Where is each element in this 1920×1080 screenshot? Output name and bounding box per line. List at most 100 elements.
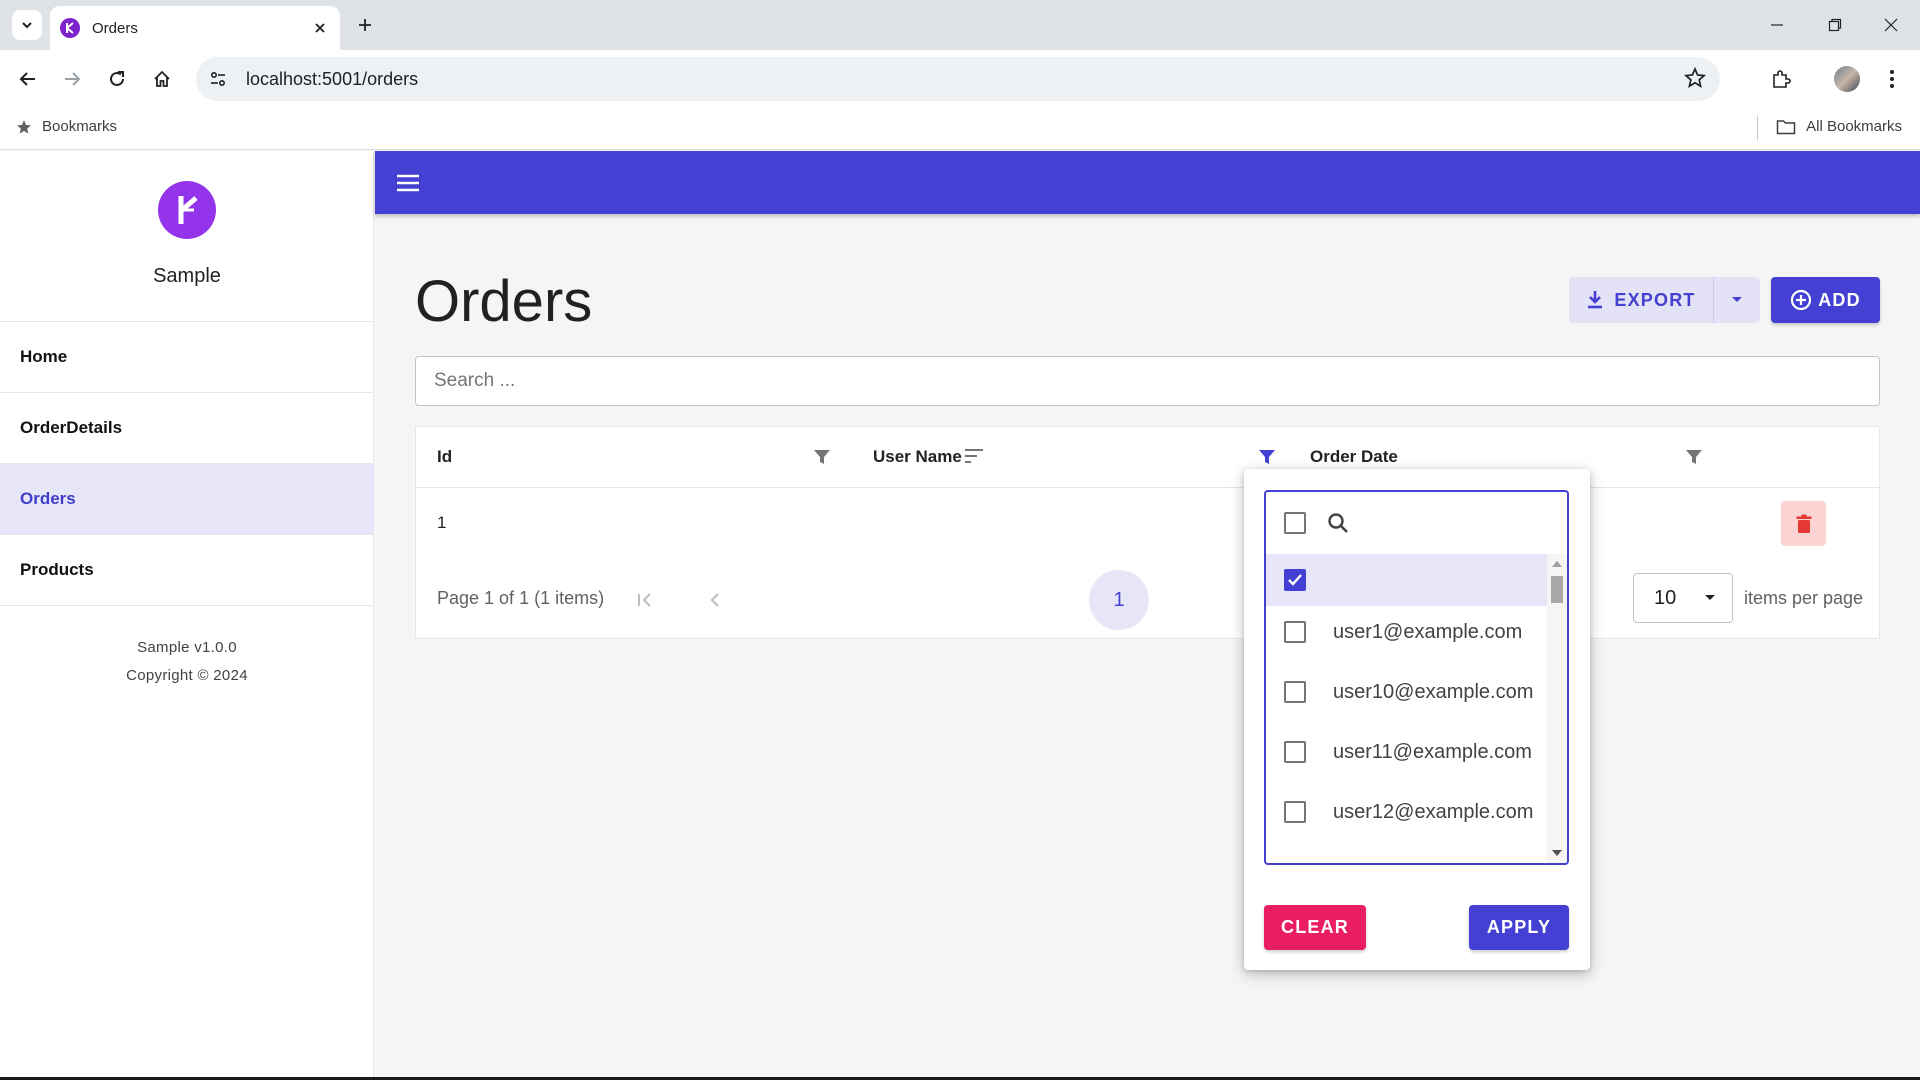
bookmarks-bar: Bookmarks All Bookmarks (0, 108, 1920, 150)
reload-icon[interactable] (99, 61, 135, 97)
select-all-checkbox[interactable] (1284, 512, 1306, 534)
export-label: EXPORT (1614, 289, 1696, 310)
scrollbar-thumb[interactable] (1551, 576, 1563, 603)
column-header-order-date[interactable]: Order Date (1310, 447, 1398, 467)
download-icon (1588, 291, 1603, 309)
bookmarks-folder[interactable]: Bookmarks (16, 118, 117, 135)
profile-avatar[interactable] (1829, 61, 1865, 97)
list-item[interactable]: user1@example.com (1266, 606, 1547, 658)
menu-icon[interactable] (393, 168, 423, 198)
caret-down-icon (1732, 297, 1742, 302)
scroll-up-icon[interactable] (1552, 561, 1562, 567)
bookmarks-label: Bookmarks (42, 118, 118, 135)
caret-down-icon (1705, 595, 1715, 600)
close-window-icon[interactable] (1862, 0, 1920, 50)
bookmarks-separator (1757, 116, 1758, 140)
option-checkbox[interactable] (1284, 801, 1306, 823)
column-header-user-name[interactable]: User Name (873, 447, 962, 467)
pager-summary: Page 1 of 1 (1 items) (437, 588, 605, 608)
option-label: user12@example.com (1333, 800, 1534, 823)
more-options-icon[interactable] (1874, 61, 1910, 97)
star-filled-icon (17, 119, 31, 134)
tab-search-button[interactable] (12, 10, 42, 40)
minimize-icon[interactable] (1748, 0, 1806, 50)
app-bar (375, 151, 1920, 214)
option-checkbox[interactable] (1284, 569, 1306, 591)
export-dropdown-toggle[interactable] (1714, 277, 1760, 323)
add-circle-icon (1791, 289, 1812, 311)
site-info-icon[interactable] (202, 63, 234, 95)
app-name: Sample (153, 265, 221, 287)
list-item[interactable]: user10@example.com (1266, 666, 1547, 718)
sidebar-item-products[interactable]: Products (0, 535, 374, 606)
new-tab-icon[interactable] (352, 12, 378, 38)
list-item[interactable]: user12@example.com (1266, 786, 1547, 838)
browser-tabstrip: Orders (0, 0, 1920, 50)
user-name-filter-popup: user1@example.com user10@example.com use… (1244, 469, 1590, 970)
sidebar-item-orders[interactable]: Orders (0, 464, 374, 535)
previous-page-icon[interactable] (698, 583, 732, 617)
app-logo (158, 181, 216, 239)
sidebar-item-home[interactable]: Home (0, 322, 374, 393)
url-text: localhost:5001/orders (246, 68, 419, 89)
search-input[interactable] (415, 356, 1880, 406)
page-size-value: 10 (1654, 586, 1677, 609)
back-arrow-icon[interactable] (10, 61, 46, 97)
option-label: user1@example.com (1333, 620, 1523, 643)
option-label: user10@example.com (1333, 680, 1534, 703)
all-bookmarks-label: All Bookmarks (1806, 118, 1902, 135)
home-icon[interactable] (144, 61, 180, 97)
option-checkbox[interactable] (1284, 741, 1306, 763)
trash-icon (1796, 514, 1811, 533)
option-checkbox[interactable] (1284, 621, 1306, 643)
filter-id-icon[interactable] (811, 446, 833, 468)
version-info: Sample v1.0.0 Copyright © 2024 (0, 634, 374, 690)
export-button[interactable]: EXPORT (1569, 277, 1714, 323)
tab-favicon-icon (60, 18, 80, 38)
grid-header: Id User Name Order Date (416, 427, 1881, 488)
address-bar[interactable]: localhost:5001/orders (196, 57, 1720, 101)
filter-user-name-icon[interactable] (1256, 446, 1278, 468)
page-title: Orders (415, 269, 593, 334)
first-page-icon[interactable] (628, 583, 662, 617)
items-per-page-label: items per page (1744, 588, 1864, 608)
filter-search-row (1266, 492, 1567, 554)
orders-grid: Id User Name Order Date 1 Page 1 of 1 (1… (415, 426, 1881, 639)
version-text: Sample v1.0.0 (137, 639, 237, 656)
browser-tab[interactable]: Orders (50, 6, 340, 50)
clear-button[interactable]: CLEAR (1264, 905, 1366, 950)
filter-order-date-icon[interactable] (1683, 446, 1705, 468)
page-size-select[interactable]: 10 (1633, 573, 1733, 623)
tab-title: Orders (92, 19, 138, 37)
list-scrollbar[interactable] (1547, 554, 1567, 863)
sort-icon[interactable] (964, 448, 984, 464)
folder-icon (1776, 119, 1796, 134)
scroll-down-icon[interactable] (1552, 850, 1562, 856)
extensions-icon[interactable] (1763, 61, 1799, 97)
add-label: ADD (1818, 289, 1861, 310)
cell-id: 1 (437, 513, 447, 532)
copyright-text: Copyright © 2024 (126, 667, 248, 684)
restore-icon[interactable] (1806, 0, 1864, 50)
all-bookmarks[interactable]: All Bookmarks (1776, 118, 1902, 135)
option-checkbox[interactable] (1284, 681, 1306, 703)
chevron-down-icon (22, 22, 32, 29)
sidebar: Sample Home OrderDetails Orders Products… (0, 151, 374, 1080)
column-header-id[interactable]: Id (437, 447, 452, 467)
close-tab-icon[interactable] (310, 18, 330, 38)
sidebar-item-orderdetails[interactable]: OrderDetails (0, 393, 374, 464)
search-icon (1328, 513, 1348, 533)
delete-row-button[interactable] (1781, 501, 1826, 546)
add-button[interactable]: ADD (1771, 277, 1880, 323)
filter-options-list: user1@example.com user10@example.com use… (1264, 490, 1569, 865)
checkmark-icon (1288, 574, 1302, 586)
bookmark-star-icon[interactable] (1684, 67, 1706, 89)
sidebar-menu: Home OrderDetails Orders Products (0, 321, 374, 606)
export-button-group: EXPORT (1569, 277, 1760, 323)
option-label: user11@example.com (1333, 740, 1532, 763)
list-item[interactable] (1266, 554, 1547, 606)
forward-arrow-icon[interactable] (54, 61, 90, 97)
list-item[interactable]: user11@example.com (1266, 726, 1547, 778)
apply-button[interactable]: APPLY (1469, 905, 1569, 950)
current-page-button[interactable]: 1 (1089, 570, 1149, 630)
